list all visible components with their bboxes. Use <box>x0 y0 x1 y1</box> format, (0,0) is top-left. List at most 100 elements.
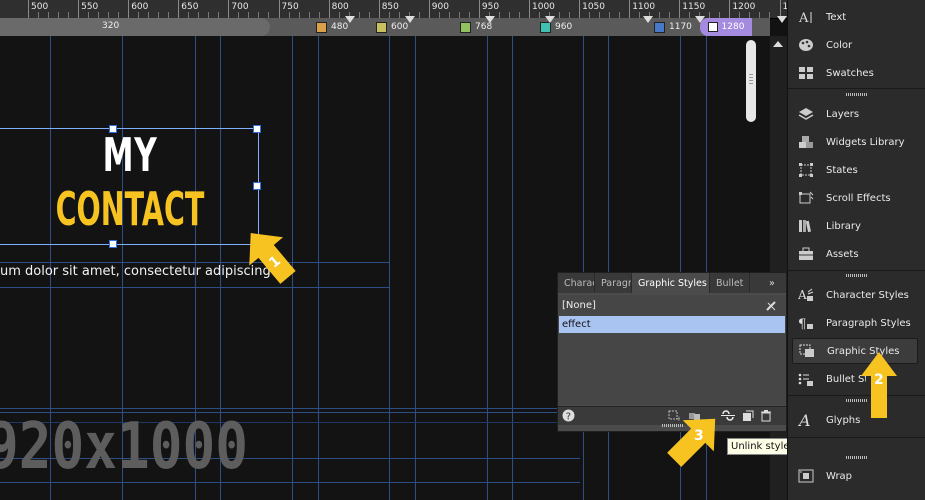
breakpoint-swatch <box>654 21 665 33</box>
tab-character[interactable]: Charac <box>558 273 595 293</box>
states-icon <box>796 162 816 178</box>
ruler-tick-label: 500 <box>31 2 49 12</box>
scrollbar-thumb[interactable] <box>746 40 756 122</box>
list-item-none[interactable]: [None] <box>559 297 785 314</box>
ruler-tick-line <box>428 0 430 18</box>
bullet-styles-icon <box>796 371 816 387</box>
trash-icon[interactable] <box>760 409 772 422</box>
panel-menu-button[interactable]: » <box>763 273 786 293</box>
sidebar-item-states[interactable]: States <box>796 157 858 183</box>
breakpoint-swatch <box>376 21 387 33</box>
assets-icon <box>796 246 816 262</box>
scroll-up-icon[interactable] <box>773 41 783 47</box>
callout-arrow-1: 1 <box>249 233 296 284</box>
resize-handle[interactable] <box>253 182 261 190</box>
breakpoint-swatch <box>460 21 471 33</box>
breakpoint-marker[interactable]: 600 <box>376 18 408 36</box>
ruler-tick-label: 650 <box>181 2 199 12</box>
sidebar-item-layers[interactable]: Layers <box>796 101 859 127</box>
layers-icon <box>796 106 816 122</box>
sidebar-label: Paragraph Styles <box>826 317 911 329</box>
palette-icon <box>796 37 816 53</box>
panel-tabs: Charac Paragr Graphic Styles Bullet » <box>558 273 786 293</box>
sidebar-item-swatches[interactable]: Swatches <box>796 60 874 86</box>
breakpoint-handle[interactable] <box>405 16 415 23</box>
new-style-icon[interactable] <box>742 410 754 422</box>
sidebar-label: Swatches <box>826 67 874 79</box>
sidebar-item-bullet-styles[interactable]: Bullet Styles <box>796 366 866 392</box>
sidebar-item-assets[interactable]: Assets <box>796 241 859 267</box>
group-grip[interactable] <box>846 93 868 96</box>
resize-handle[interactable] <box>109 125 117 133</box>
sidebar-label: Wrap <box>826 470 853 482</box>
ruler-tick-line <box>529 0 530 18</box>
sidebar-item-paragraph-styles[interactable]: ¶ Paragraph Styles <box>796 310 911 336</box>
breakpoint-handle[interactable] <box>777 16 787 23</box>
resize-handle[interactable] <box>109 240 117 248</box>
breakpoint-handle[interactable] <box>695 16 705 23</box>
ruler-tick-label: 950 <box>481 2 500 12</box>
ruler-tick-label: 1050 <box>582 2 605 12</box>
breakpoint-active-label: 1280 <box>721 22 745 32</box>
group-grip[interactable] <box>846 274 868 277</box>
brush-off-icon[interactable] <box>765 300 777 312</box>
breakpoint-marker[interactable]: 1170 <box>654 18 692 36</box>
sidebar-item-text[interactable]: A Text <box>796 4 846 30</box>
glyphs-icon: A <box>796 412 816 428</box>
tab-bullet[interactable]: Bullet <box>710 273 750 293</box>
selection-frame[interactable] <box>0 128 259 245</box>
sidebar-label: Assets <box>826 248 859 260</box>
breakpoint-handle[interactable] <box>545 16 555 23</box>
sidebar-label: Character Styles <box>826 289 909 301</box>
horizontal-ruler[interactable]: 500 550 600 650 700 750 800 850 900 950 1000 1050 11… <box>0 0 821 19</box>
ruler-tick-line <box>28 0 29 18</box>
ruler-tick-line <box>729 0 731 18</box>
svg-text:?: ? <box>566 412 571 423</box>
ruler-tick-label: 600 <box>131 2 149 12</box>
graphic-styles-icon <box>797 343 817 359</box>
ruler-tick-label: 1100 <box>632 2 656 12</box>
breakpoint-handle[interactable] <box>345 16 355 23</box>
breakpoint-swatch <box>707 22 718 32</box>
ruler-tick-label: 1200 <box>732 2 756 12</box>
tab-graphic-styles[interactable]: Graphic Styles <box>632 273 710 293</box>
breakpoint-base[interactable]: 320 <box>0 18 270 36</box>
sidebar-label: Text <box>826 11 847 23</box>
sidebar-item-scroll-effects[interactable]: Scroll Effects <box>796 185 891 211</box>
wrap-icon <box>796 468 816 484</box>
swatches-icon <box>796 65 816 81</box>
sidebar-label: States <box>826 164 858 176</box>
sidebar-item-color[interactable]: Color <box>796 32 852 58</box>
help-icon[interactable]: ? <box>562 409 575 422</box>
group-grip[interactable] <box>846 456 868 459</box>
breakpoint-marker[interactable]: 480 <box>316 18 348 36</box>
text-icon: A <box>796 9 816 25</box>
svg-text:A: A <box>798 11 809 24</box>
breakpoint-1280[interactable]: 1280 <box>700 18 752 36</box>
library-icon <box>796 218 816 234</box>
callout-number-3: 3 <box>694 428 704 444</box>
breakpoint-handle[interactable] <box>643 16 653 23</box>
breakpoint-label: 600 <box>391 22 409 32</box>
ruler-tick-line <box>278 0 280 18</box>
sidebar-item-wrap[interactable]: Wrap <box>796 463 852 489</box>
ruler-tick-line <box>328 0 330 18</box>
breakpoint-handle[interactable] <box>485 16 495 23</box>
sidebar-item-graphic-styles[interactable]: Graphic Styles <box>792 338 918 364</box>
sidebar-item-character-styles[interactable]: A Character Styles <box>796 282 909 308</box>
ruler-tick-label: 900 <box>431 2 449 12</box>
ruler-tick-line <box>178 0 180 18</box>
sidebar-item-widgets-library[interactable]: Widgets Library <box>796 129 905 155</box>
resize-handle[interactable] <box>253 125 261 133</box>
sidebar-item-glyphs[interactable]: A Glyphs <box>796 407 860 433</box>
ruler-tick-line <box>629 0 631 18</box>
tab-paragraph[interactable]: Paragr <box>595 273 632 293</box>
svg-text:A: A <box>798 288 807 302</box>
ruler-tick-label: 850 <box>381 2 399 12</box>
list-item-effect[interactable]: effect <box>559 316 785 333</box>
sidebar-label: Layers <box>826 108 860 120</box>
page-size-watermark: 920x1000 <box>0 410 249 484</box>
sidebar-item-library[interactable]: Library <box>796 213 861 239</box>
right-sidebar: A Text Color Swatches Layers Widgets Lib… <box>787 0 925 500</box>
ruler-tick-line <box>579 0 581 18</box>
